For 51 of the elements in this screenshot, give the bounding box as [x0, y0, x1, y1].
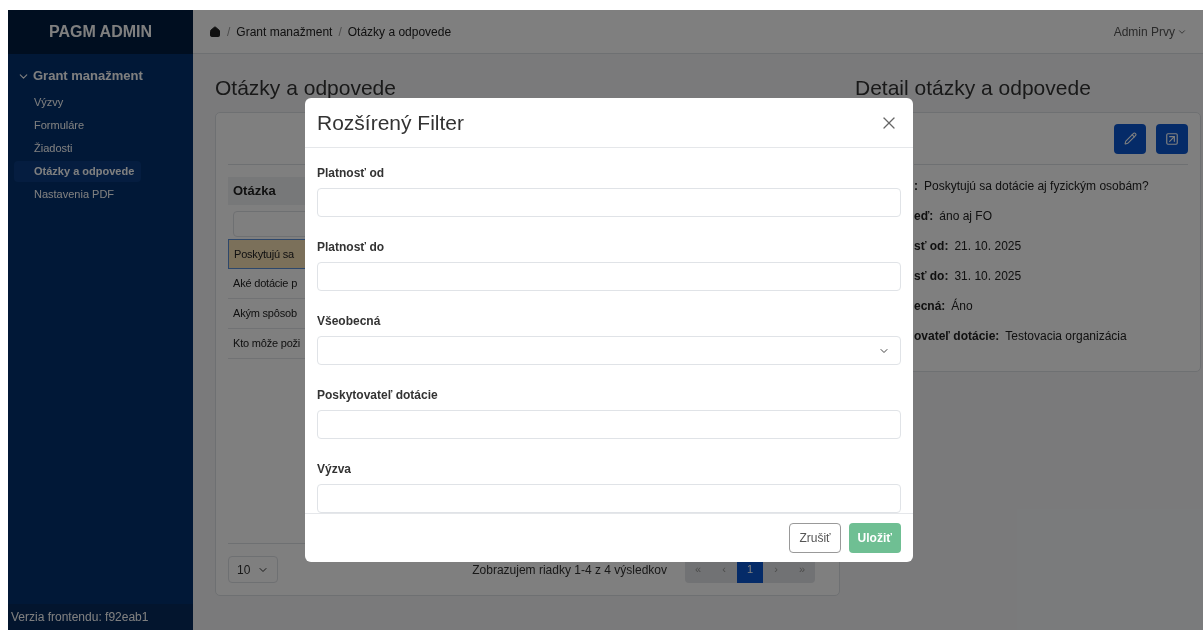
- breadcrumb-separator: /: [338, 23, 342, 41]
- version-label: Verzia frontendu: f92eab1: [11, 609, 149, 626]
- table-cell-text: Kto môže poži: [233, 336, 301, 352]
- pencil-icon: [1123, 132, 1137, 145]
- nav-item[interactable]: Žiadosti: [14, 138, 141, 159]
- home-icon[interactable]: [209, 25, 221, 38]
- nav-item[interactable]: Nastavenia PDF: [14, 184, 141, 205]
- detail-value: Testovacia organizácia: [1005, 328, 1127, 345]
- detail-title: Detail otázky a odpovede: [855, 75, 1092, 101]
- input-field[interactable]: [317, 188, 901, 218]
- detail-value: Poskytujú sa dotácie aj fyzickým osobám?: [924, 178, 1149, 195]
- field-label: Poskytovateľ dotácie: [317, 387, 439, 405]
- detail-label: sť do:: [914, 268, 949, 285]
- results-summary: Zobrazujem riadky 1-4 z 4 výsledkov: [472, 561, 667, 579]
- nav-item[interactable]: Výzvy: [14, 92, 141, 113]
- detail-label: ecná:: [914, 298, 946, 315]
- field-label: Platnosť do: [317, 239, 386, 257]
- detail-label: ovateľ dotácie:: [914, 328, 1000, 345]
- select-field[interactable]: [317, 336, 901, 366]
- user-menu[interactable]: Admin Prvy: [1113, 22, 1187, 41]
- input-field[interactable]: [317, 484, 901, 514]
- breadcrumb-link[interactable]: Otázky a odpovede: [347, 22, 452, 41]
- dialog-title: Rozšírený Filter: [317, 109, 465, 136]
- detail-value: Áno: [951, 297, 973, 315]
- page-title: Otázky a odpovede: [215, 75, 397, 101]
- edit-button[interactable]: [1114, 123, 1146, 154]
- field-label: Platnosť od: [317, 165, 386, 183]
- detail-label: eď:: [914, 208, 934, 225]
- input-field[interactable]: [317, 262, 901, 292]
- external-link-icon: [1165, 131, 1179, 146]
- nav-item[interactable]: Formuláre: [14, 115, 141, 136]
- table-cell-text: Akým spôsob: [233, 306, 297, 322]
- table-cell-text: Aké dotácie p: [233, 276, 298, 292]
- page-size-select[interactable]: 10: [228, 556, 278, 583]
- nav-item[interactable]: Otázky a odpovede: [14, 161, 141, 182]
- open-button[interactable]: [1156, 123, 1188, 154]
- field-label: Výzva: [317, 461, 353, 479]
- detail-label: sť od:: [914, 238, 949, 255]
- detail-value: 31. 10. 2025: [954, 268, 1022, 285]
- field-label: Všeobecná: [317, 313, 382, 331]
- column-header[interactable]: Otázka: [233, 181, 276, 201]
- brand-title: PAGM ADMIN: [48, 22, 153, 42]
- detail-label: :: [914, 178, 918, 195]
- breadcrumb-link[interactable]: Grant manažment: [236, 22, 333, 41]
- table-cell-text: Poskytujú sa: [234, 246, 294, 262]
- cancel-button[interactable]: Zrušiť: [789, 523, 841, 554]
- detail-value: áno aj FO: [939, 208, 992, 225]
- detail-value: 21. 10. 2025: [954, 238, 1022, 255]
- nav-group[interactable]: Grant manažment: [14, 66, 146, 86]
- input-field[interactable]: [317, 410, 901, 440]
- breadcrumb-separator: /: [227, 23, 231, 41]
